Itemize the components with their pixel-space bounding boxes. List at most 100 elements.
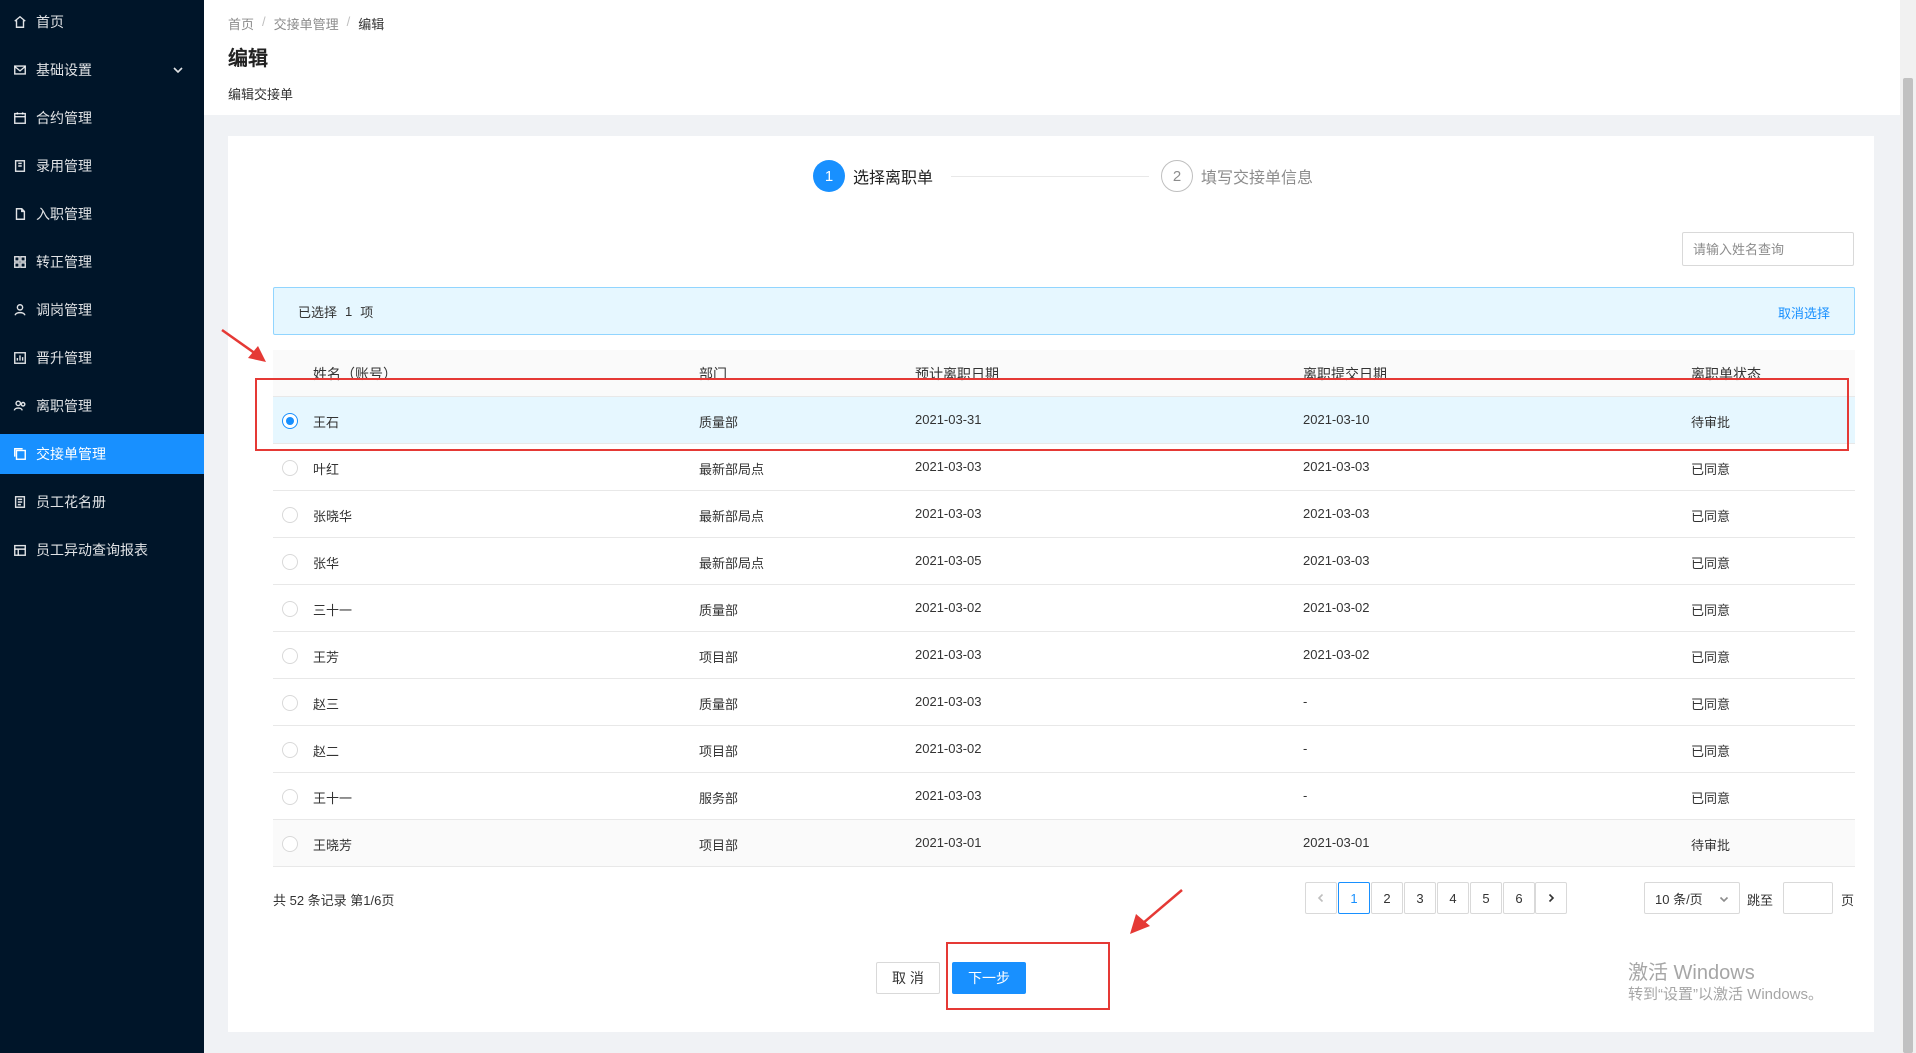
cell-name: 王晓芳 bbox=[313, 838, 353, 853]
table-row[interactable]: 王芳 项目部 2021-03-03 2021-03-02 已同意 bbox=[273, 632, 1855, 679]
page-scrollbar[interactable] bbox=[1900, 0, 1916, 1053]
report-icon bbox=[12, 542, 28, 558]
annotation-arrow-icon bbox=[221, 328, 266, 362]
table-row[interactable]: 王晓芳 项目部 2021-03-01 2021-03-01 待审批 bbox=[273, 820, 1855, 867]
sidebar-item-label: 离职管理 bbox=[36, 398, 92, 414]
grid-icon bbox=[12, 254, 28, 270]
sidebar-item-label: 员工异动查询报表 bbox=[36, 542, 148, 558]
cancel-button[interactable]: 取 消 bbox=[876, 962, 940, 994]
cell-expected-date: 2021-03-03 bbox=[915, 647, 982, 662]
copy-icon bbox=[12, 446, 28, 462]
table-row[interactable]: 张华 最新部局点 2021-03-05 2021-03-03 已同意 bbox=[273, 538, 1855, 585]
cell-status: 已同意 bbox=[1691, 791, 1731, 806]
sidebar-item[interactable]: 晋升管理 bbox=[0, 338, 204, 378]
row-radio[interactable] bbox=[282, 836, 298, 852]
jump-page-input[interactable] bbox=[1783, 882, 1833, 914]
sidebar-item[interactable]: 调岗管理 bbox=[0, 290, 204, 330]
pagination-total: 共 52 条记录 第1/6页 bbox=[273, 893, 395, 908]
sidebar-item[interactable]: 员工异动查询报表 bbox=[0, 530, 204, 570]
breadcrumb: 首页 / 交接单管理 / 编辑 bbox=[228, 14, 384, 33]
page-number-button[interactable]: 6 bbox=[1503, 882, 1535, 914]
sidebar-item-label: 首页 bbox=[36, 14, 64, 30]
cell-submit-date: 2021-03-03 bbox=[1303, 553, 1370, 568]
page-size-select[interactable]: 10 条/页 bbox=[1644, 882, 1740, 914]
selected-count: 1 bbox=[345, 303, 353, 319]
step-label: 选择离职单 bbox=[853, 170, 934, 187]
cell-department: 服务部 bbox=[699, 791, 739, 806]
page-unit-label: 页 bbox=[1841, 893, 1855, 908]
cell-submit-date: - bbox=[1303, 694, 1308, 709]
row-radio[interactable] bbox=[282, 648, 298, 664]
sidebar-item-label: 调岗管理 bbox=[36, 302, 92, 318]
row-radio[interactable] bbox=[282, 789, 298, 805]
cell-department: 最新部局点 bbox=[699, 556, 765, 571]
table-row[interactable]: 叶红 最新部局点 2021-03-03 2021-03-03 已同意 bbox=[273, 444, 1855, 491]
row-radio[interactable] bbox=[282, 742, 298, 758]
sidebar-item[interactable]: 交接单管理 bbox=[0, 434, 204, 474]
prev-page-button[interactable] bbox=[1305, 882, 1337, 914]
windows-watermark-hint: 转到“设置”以激活 Windows。 bbox=[1628, 986, 1824, 1003]
sidebar-item[interactable]: 转正管理 bbox=[0, 242, 204, 282]
sidebar: 首页基础设置合约管理录用管理入职管理转正管理调岗管理晋升管理离职管理交接单管理员… bbox=[0, 0, 204, 1053]
cell-expected-date: 2021-03-01 bbox=[915, 835, 982, 850]
page-size-value: 10 条/页 bbox=[1655, 891, 1703, 907]
table-row[interactable]: 王十一 服务部 2021-03-03 - 已同意 bbox=[273, 773, 1855, 820]
row-radio[interactable] bbox=[282, 601, 298, 617]
row-radio[interactable] bbox=[282, 460, 298, 476]
home-icon bbox=[12, 14, 28, 30]
page-number-button[interactable]: 1 bbox=[1338, 882, 1370, 914]
cell-department: 项目部 bbox=[699, 744, 739, 759]
page-number-button[interactable]: 3 bbox=[1404, 882, 1436, 914]
annotation-highlight-selected-row bbox=[255, 378, 1849, 451]
row-radio[interactable] bbox=[282, 695, 298, 711]
page-title: 编辑 bbox=[228, 48, 268, 70]
breadcrumb-separator: / bbox=[262, 14, 266, 29]
cell-name: 赵二 bbox=[313, 744, 340, 759]
cell-status: 已同意 bbox=[1691, 697, 1731, 712]
scrollbar-thumb[interactable] bbox=[1903, 78, 1913, 1053]
page-number-button[interactable]: 2 bbox=[1371, 882, 1403, 914]
cell-expected-date: 2021-03-03 bbox=[915, 506, 982, 521]
sidebar-item-label: 转正管理 bbox=[36, 254, 92, 270]
next-page-button[interactable] bbox=[1535, 882, 1567, 914]
cell-submit-date: - bbox=[1303, 741, 1308, 756]
table-row[interactable]: 张晓华 最新部局点 2021-03-03 2021-03-03 已同意 bbox=[273, 491, 1855, 538]
cell-department: 质量部 bbox=[699, 697, 739, 712]
cell-department: 项目部 bbox=[699, 650, 739, 665]
sidebar-item[interactable]: 离职管理 bbox=[0, 386, 204, 426]
breadcrumb-separator: / bbox=[346, 14, 351, 29]
sidebar-item[interactable]: 录用管理 bbox=[0, 146, 204, 186]
cell-department: 最新部局点 bbox=[699, 509, 765, 524]
page-number-button[interactable]: 5 bbox=[1470, 882, 1502, 914]
step-select-resignation: 1 选择离职单 bbox=[813, 160, 933, 192]
cell-submit-date: 2021-03-02 bbox=[1303, 647, 1370, 662]
sidebar-item[interactable]: 合约管理 bbox=[0, 98, 204, 138]
cell-submit-date: 2021-03-03 bbox=[1303, 459, 1370, 474]
cell-status: 已同意 bbox=[1691, 744, 1731, 759]
table-body: 王石 质量部 2021-03-31 2021-03-10 待审批 叶红 最新部局点 2021-… bbox=[273, 397, 1855, 867]
cell-status: 已同意 bbox=[1691, 462, 1731, 477]
table-row[interactable]: 三十一 质量部 2021-03-02 2021-03-02 已同意 bbox=[273, 585, 1855, 632]
cell-status: 已同意 bbox=[1691, 603, 1731, 618]
cell-status: 待审批 bbox=[1691, 838, 1731, 853]
list-icon bbox=[12, 494, 28, 510]
sidebar-item[interactable]: 员工花名册 bbox=[0, 482, 204, 522]
sidebar-item[interactable]: 入职管理 bbox=[0, 194, 204, 234]
clear-selection-link[interactable]: 取消选择 bbox=[1778, 303, 1830, 322]
row-radio[interactable] bbox=[282, 507, 298, 523]
page-number-button[interactable]: 4 bbox=[1437, 882, 1469, 914]
table-row[interactable]: 赵三 质量部 2021-03-03 - 已同意 bbox=[273, 679, 1855, 726]
cell-name: 赵三 bbox=[313, 697, 340, 712]
cell-name: 张华 bbox=[313, 556, 340, 571]
sidebar-item[interactable]: 基础设置 bbox=[0, 50, 204, 90]
row-radio[interactable] bbox=[282, 554, 298, 570]
jump-label: 跳至 bbox=[1747, 893, 1774, 908]
book-icon bbox=[12, 158, 28, 174]
cell-name: 张晓华 bbox=[313, 509, 353, 524]
breadcrumb-home[interactable]: 首页 bbox=[228, 14, 254, 33]
name-search-input[interactable] bbox=[1682, 232, 1854, 266]
table-row[interactable]: 赵二 项目部 2021-03-02 - 已同意 bbox=[273, 726, 1855, 773]
cell-department: 项目部 bbox=[699, 838, 739, 853]
breadcrumb-section[interactable]: 交接单管理 bbox=[274, 14, 339, 33]
sidebar-item[interactable]: 首页 bbox=[0, 2, 204, 42]
